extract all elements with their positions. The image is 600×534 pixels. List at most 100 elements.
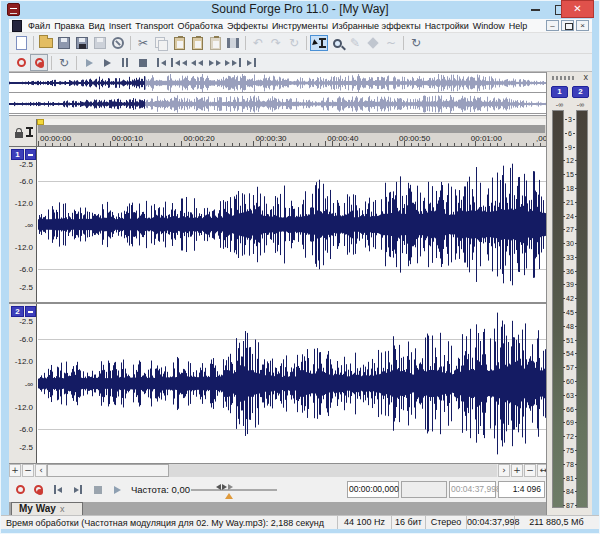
scrollbar-thumb[interactable] [47, 464, 169, 477]
envelope-tool-button[interactable]: ~ [382, 35, 400, 52]
menu-item-7[interactable]: Инструменты [270, 19, 330, 33]
tab-close-icon[interactable]: x [60, 504, 65, 514]
event-tool-button[interactable] [364, 35, 382, 52]
pause-button[interactable] [116, 54, 134, 71]
paste-button[interactable] [170, 35, 188, 52]
meter-channel-1-button[interactable]: 1 [551, 86, 568, 98]
frequency-slider-handle[interactable] [216, 484, 233, 490]
ruler-corner [9, 119, 37, 147]
record-button[interactable] [12, 482, 28, 497]
scroll-left-button[interactable]: ‹ [35, 464, 47, 477]
go-to-end-button[interactable] [242, 54, 260, 71]
go-to-start-button[interactable] [50, 482, 66, 497]
window-title: Sound Forge Pro 11.0 - [My Way] [0, 2, 600, 16]
trim-button[interactable] [224, 35, 242, 52]
play-all-button[interactable] [80, 54, 98, 71]
prev-marker-button[interactable] [170, 54, 188, 71]
rewind-button[interactable] [188, 54, 206, 71]
menu-item-8[interactable]: Избранные эффекты [330, 19, 423, 33]
edit-cursor-icon[interactable] [26, 127, 33, 137]
time-current-field[interactable]: 00:00:00,000 [347, 481, 399, 498]
overview-waveform[interactable] [9, 72, 546, 116]
new-file-button[interactable] [12, 35, 30, 52]
menu-bar: ФайлПравкаВидInsertTransportОбработкаЭфф… [9, 19, 592, 33]
record-remote-button[interactable] [30, 54, 48, 71]
minimize-button[interactable] [524, 0, 548, 18]
menu-item-11[interactable]: Help [507, 19, 530, 33]
channel-1-minimize-button[interactable] [25, 149, 36, 160]
magnify-tool-button[interactable] [328, 35, 346, 52]
menu-item-6[interactable]: Эффекты [225, 19, 270, 33]
menu-item-10[interactable]: Window [471, 19, 507, 33]
title-bar: Sound Forge Pro 11.0 - [My Way] ✕ [0, 0, 600, 19]
overview-channel-1[interactable] [9, 73, 546, 93]
channel-1-wave-area[interactable] [38, 147, 546, 302]
paste-new-button[interactable] [188, 35, 206, 52]
channel-2-wave-area[interactable] [38, 304, 546, 463]
meter-peak-2: -∞ [572, 101, 589, 108]
copy-button[interactable] [152, 35, 170, 52]
meter-channel-2-button[interactable]: 2 [572, 86, 589, 98]
meter-scale-label: 69 [563, 419, 577, 426]
open-button[interactable] [37, 35, 55, 52]
edit-tool-button[interactable] [310, 35, 328, 52]
zoom-in-time-button[interactable]: + [511, 464, 523, 477]
refresh-button[interactable]: ↻ [407, 35, 425, 52]
play-normal-button[interactable] [109, 482, 125, 497]
menu-item-2[interactable]: Вид [87, 19, 107, 33]
time-ruler[interactable]: 00:00:0000:00:1000:00:2000:00:3000:00:40… [37, 119, 546, 147]
save-all-button[interactable] [91, 35, 109, 52]
lock-icon[interactable] [15, 132, 23, 138]
menu-item-3[interactable]: Insert [107, 19, 134, 33]
channel-1: 1 -2.5-6.0-12.0-∞-12.0-6.0-2.5 [9, 147, 546, 302]
meters-close-icon[interactable]: x [584, 72, 589, 82]
channel-2-minimize-button[interactable] [25, 306, 36, 317]
zoom-in-button[interactable]: + [9, 464, 21, 477]
menu-item-0[interactable]: Файл [26, 19, 52, 33]
stop-button[interactable] [134, 54, 152, 71]
db-scale-label: -2.5 [19, 443, 33, 452]
tab-my-way[interactable]: My Wayx [11, 502, 83, 515]
zoom-out-time-button[interactable]: − [524, 464, 536, 477]
repeat-button[interactable]: ↻ [285, 35, 303, 52]
menu-item-1[interactable]: Правка [52, 19, 86, 33]
undo-button[interactable]: ↶ [249, 35, 267, 52]
channel-1-waveform[interactable] [38, 147, 546, 302]
save-button[interactable] [55, 35, 73, 52]
record-button[interactable] [12, 54, 30, 71]
go-to-start-button[interactable] [152, 54, 170, 71]
stop-button[interactable] [90, 482, 106, 497]
close-button[interactable]: ✕ [561, 0, 594, 18]
cut-button[interactable]: ✂ [134, 35, 152, 52]
time-total-field[interactable]: 00:04:37,998 [449, 481, 496, 498]
frequency-slider-track[interactable] [191, 489, 277, 491]
menu-item-9[interactable]: Настройки [423, 19, 471, 33]
channel-1-number-button[interactable]: 1 [11, 149, 24, 160]
channel-2-waveform[interactable] [38, 304, 546, 463]
mdi-close-button[interactable]: × [576, 20, 589, 31]
mdi-minimize-button[interactable]: – [546, 20, 559, 31]
redo-button[interactable]: ↷ [267, 35, 285, 52]
time-selection-field[interactable] [401, 481, 447, 498]
next-marker-button[interactable] [224, 54, 242, 71]
preferences-button[interactable] [109, 35, 127, 52]
overview-channel-2[interactable] [9, 94, 546, 114]
pencil-tool-button[interactable]: ✎ [346, 35, 364, 52]
loop-playback-button[interactable]: ↻ [55, 54, 73, 71]
forward-button[interactable] [206, 54, 224, 71]
meters-panel-header[interactable]: x [547, 72, 592, 84]
ruler-band[interactable] [38, 125, 545, 133]
paste-special-button[interactable] [206, 35, 224, 52]
zoom-ratio-field[interactable]: 1:4 096 [498, 481, 545, 498]
channel-2-number-button[interactable]: 2 [11, 306, 24, 317]
scroll-right-button[interactable]: › [498, 464, 510, 477]
menu-item-4[interactable]: Transport [133, 19, 175, 33]
menu-item-5[interactable]: Обработка [176, 19, 225, 33]
scrollbar-track[interactable] [47, 464, 497, 477]
save-as-button[interactable] [73, 35, 91, 52]
mdi-restore-button[interactable] [561, 20, 574, 31]
zoom-out-button[interactable]: − [22, 464, 34, 477]
go-to-end-button[interactable] [70, 482, 86, 497]
play-button[interactable] [98, 54, 116, 71]
record-remote-button[interactable] [30, 482, 46, 497]
